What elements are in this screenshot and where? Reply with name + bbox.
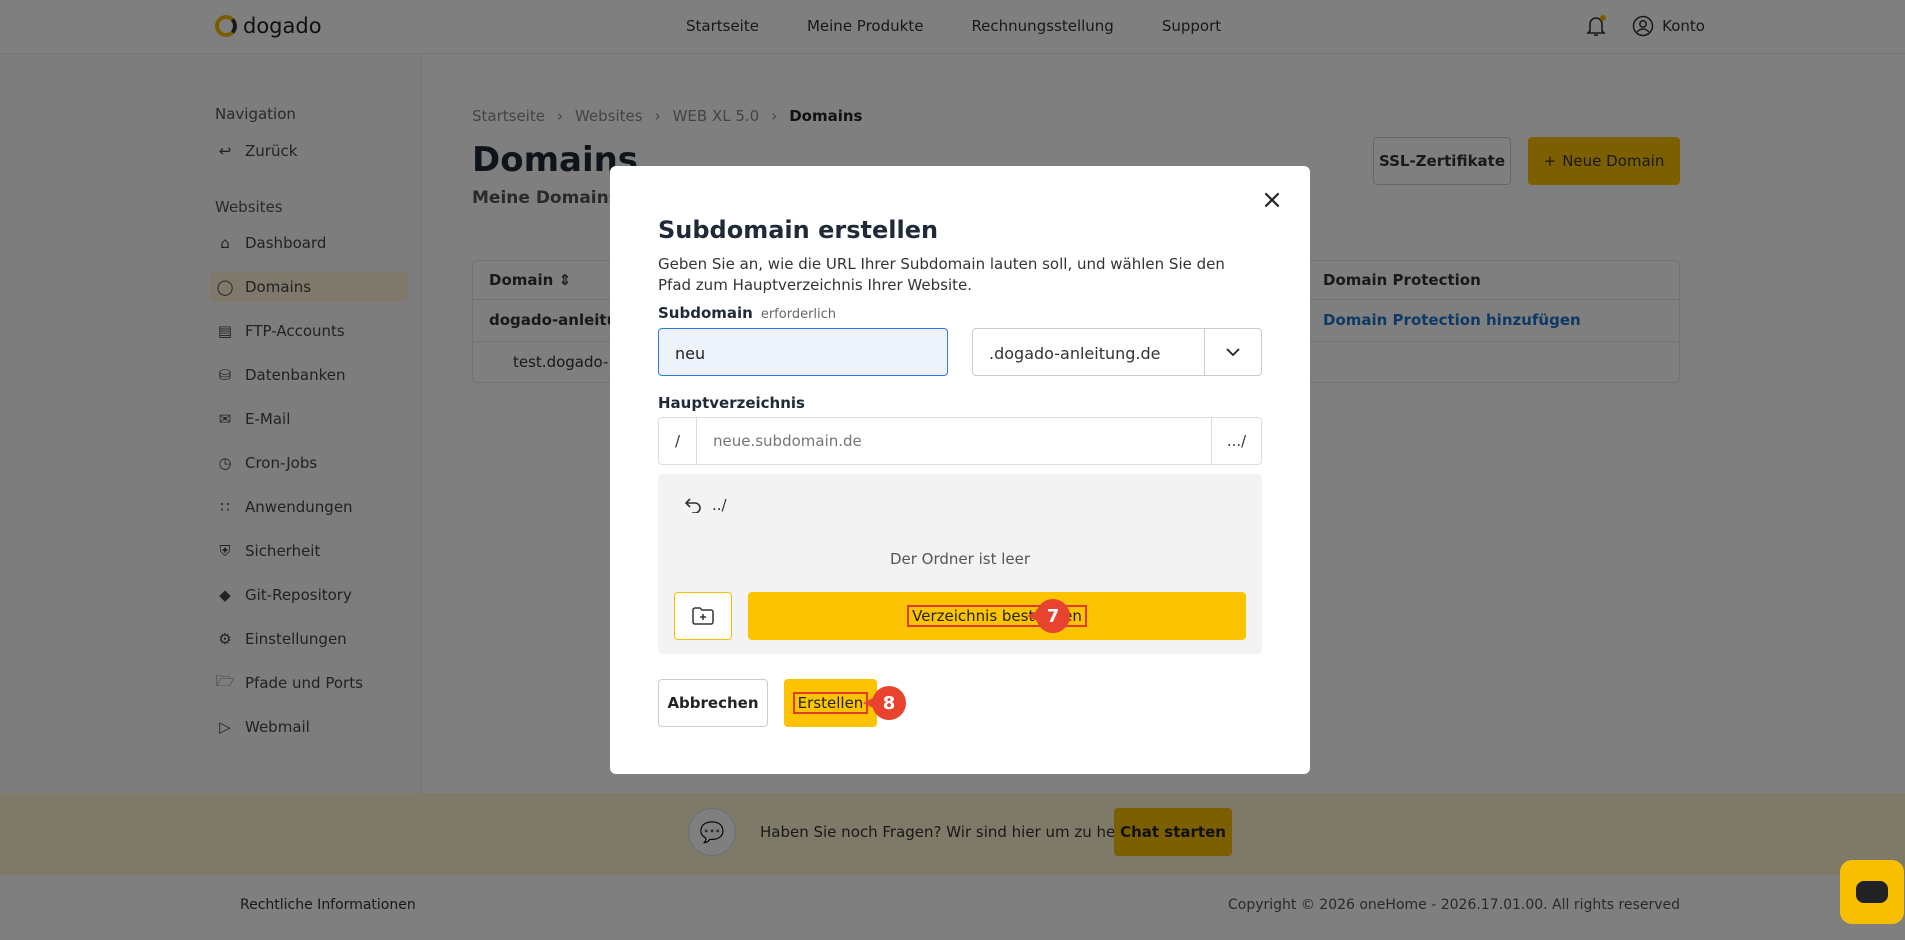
dialog-title: Subdomain erstellen	[658, 216, 939, 244]
new-folder-button[interactable]	[674, 592, 732, 640]
step-badge-8: 8	[863, 686, 906, 720]
parent-folder-item[interactable]: ../	[684, 496, 727, 514]
browse-path-button[interactable]: .../	[1211, 418, 1261, 464]
chat-widget-button[interactable]	[1840, 860, 1904, 924]
undo-arrow-icon	[684, 498, 701, 513]
domain-select[interactable]: .dogado-anleitung.de	[972, 328, 1262, 376]
close-icon[interactable]: ×	[1260, 187, 1284, 213]
folder-plus-icon	[692, 607, 714, 625]
path-prefix: /	[659, 418, 697, 464]
domain-select-value: .dogado-anleitung.de	[989, 344, 1161, 363]
step-badge-7: 7	[1027, 599, 1070, 633]
root-dir-field: / .../	[658, 417, 1262, 465]
chat-icon	[1856, 881, 1888, 903]
dialog-description: Geben Sie an, wie die URL Ihrer Subdomai…	[658, 255, 1225, 294]
chevron-down-icon[interactable]	[1204, 329, 1261, 375]
subdomain-input[interactable]: neu	[658, 328, 948, 376]
root-dir-label: Hauptverzeichnis	[658, 394, 805, 412]
root-dir-input[interactable]	[697, 418, 1211, 464]
empty-folder-text: Der Ordner ist leer	[889, 550, 1031, 568]
subdomain-label: Subdomain erforderlich	[658, 304, 836, 322]
subdomain-label-text: Subdomain	[658, 304, 753, 322]
folder-browser: ../ Der Ordner ist leer Verzeichnis best…	[658, 474, 1262, 654]
create-label: Erstellen	[792, 692, 869, 714]
subdomain-dialog: × Subdomain erstellen Geben Sie an, wie …	[610, 166, 1310, 774]
required-hint: erforderlich	[760, 307, 837, 322]
confirm-directory-button[interactable]: Verzeichnis bestätigen	[748, 592, 1246, 640]
parent-folder-label: ../	[712, 496, 727, 514]
cancel-button[interactable]: Abbrechen	[658, 679, 768, 727]
